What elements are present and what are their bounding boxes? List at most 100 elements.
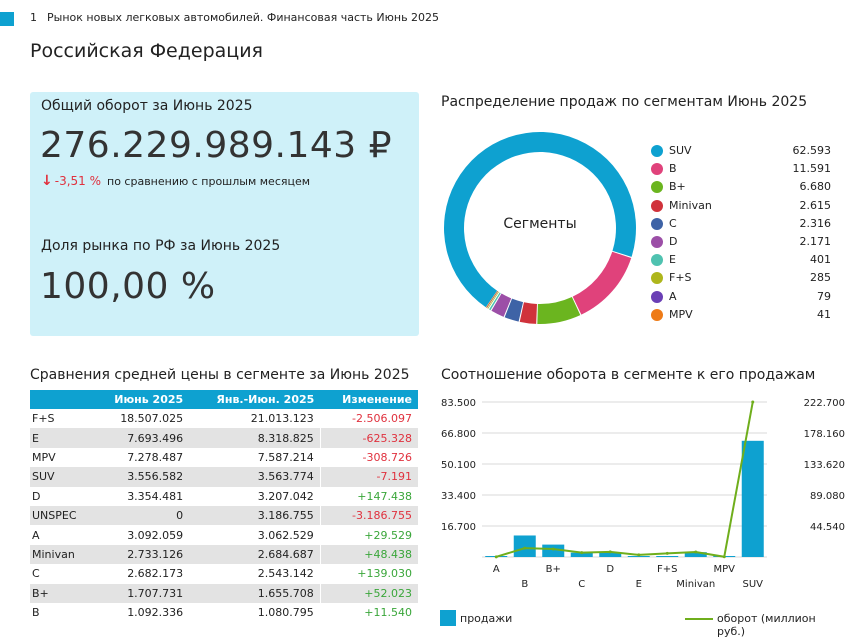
- table-row: Minivan 2.733.126 2.684.687 +48.438: [30, 544, 418, 565]
- line-point-a[interactable]: [494, 555, 498, 559]
- value-cell: 8.318.825: [189, 428, 321, 448]
- donut-center-label: Сегменты: [503, 216, 577, 232]
- table-row: F+S 18.507.025 21.013.123 -2.506.097: [30, 409, 418, 429]
- legend-item-a[interactable]: A 79: [651, 288, 831, 306]
- legend-item-d[interactable]: D 2.171: [651, 233, 831, 251]
- line-point-c[interactable]: [580, 551, 584, 555]
- donut-slice-b-plus[interactable]: [537, 296, 581, 324]
- value-cell: 1.655.708: [189, 583, 321, 603]
- y-right-tick: 44.540: [810, 522, 845, 533]
- turnover-label: Общий оборот за Июнь 2025: [41, 98, 253, 114]
- line-point-e[interactable]: [637, 553, 641, 557]
- legend-item-mpv[interactable]: MPV 41: [651, 306, 831, 324]
- value-cell: +52.023: [319, 583, 418, 603]
- tab-number[interactable]: 1: [30, 11, 37, 24]
- value-cell: -2.506.097: [319, 409, 418, 429]
- y-left-tick: 66.800: [441, 429, 476, 440]
- x-tick-label: Minivan: [676, 579, 715, 590]
- legend-label: E: [669, 253, 676, 267]
- legend-dot: [651, 235, 663, 248]
- value-cell: 7.587.214: [257, 450, 314, 464]
- combo-chart[interactable]: 16.700 33.400 50.100 66.800 83.500 44.540 89.0…: [440, 390, 850, 640]
- legend-bar-swatch: [440, 610, 456, 626]
- value-cell: 1.080.795: [257, 606, 314, 620]
- legend-item-b-plus[interactable]: B+ 6.680: [651, 178, 831, 196]
- legend-label: D: [669, 234, 678, 248]
- line-point-f-pluss[interactable]: [665, 551, 669, 555]
- donut-chart[interactable]: Сегменты: [440, 128, 640, 328]
- page-title: Российская Федерация: [30, 40, 263, 62]
- combo-svg[interactable]: 16.700 33.400 50.100 66.800 83.500 44.540 89.0…: [440, 390, 850, 610]
- segment-cell: C: [32, 567, 40, 581]
- value-cell: 7.693.496: [92, 428, 190, 448]
- table-row: SUV 3.556.582 3.563.774 -7.191: [30, 467, 418, 487]
- line-point-d[interactable]: [608, 550, 612, 554]
- legend-label: B+: [669, 180, 686, 194]
- legend-value: 2.316: [799, 216, 832, 230]
- x-tick-label: F+S: [657, 564, 677, 575]
- combo-legend: продажи оборот (миллион руб.): [440, 610, 840, 638]
- value-cell: 3.207.042: [257, 489, 314, 503]
- table-header-cell[interactable]: Янв.-Июн. 2025: [189, 390, 321, 409]
- bar-suv[interactable]: [741, 440, 764, 557]
- value-cell: 1.707.731: [92, 583, 190, 603]
- legend-value: 285: [810, 271, 831, 285]
- legend-item-f-pluss[interactable]: F+S 285: [651, 269, 831, 287]
- turnover-change: ↓ -3,51 % по сравнению с прошлым месяцем: [41, 173, 310, 189]
- legend-dot: [651, 308, 663, 321]
- line-point-minivan[interactable]: [694, 550, 698, 554]
- share-value: 100,00 %: [40, 266, 216, 307]
- line-point-b-plus[interactable]: [551, 547, 555, 551]
- y-left-tick: 16.700: [441, 522, 476, 533]
- segment-cell: B: [32, 606, 40, 620]
- y-right-tick: 133.620: [804, 460, 845, 471]
- legend-label: MPV: [669, 307, 693, 321]
- legend-item-e[interactable]: E 401: [651, 251, 831, 269]
- table-header-cell[interactable]: [30, 390, 93, 409]
- combo-title: Соотношение оборота в сегменте к его про…: [441, 367, 816, 383]
- segment-cell: F+S: [32, 412, 55, 426]
- y-right-tick: 222.700: [804, 398, 845, 409]
- value-cell: 2.684.687: [189, 544, 321, 565]
- line-point-b[interactable]: [523, 546, 527, 550]
- legend-line-swatch: [685, 618, 713, 620]
- y-left-tick: 33.400: [441, 491, 476, 502]
- y-right-tick: 89.080: [810, 491, 845, 502]
- legend-item-minivan[interactable]: Minivan 2.615: [651, 197, 831, 215]
- turnover-line[interactable]: [495, 401, 754, 558]
- value-cell: 2.682.173: [127, 567, 184, 581]
- segment-cell: B+: [30, 583, 93, 603]
- value-cell: 18.507.025: [120, 412, 184, 426]
- legend-item-b[interactable]: B 11.591: [651, 160, 831, 178]
- value-cell: 2.543.142: [257, 567, 314, 581]
- tab-title[interactable]: Рынок новых легковых автомобилей. Финанс…: [47, 11, 439, 24]
- value-cell: 3.556.582: [92, 467, 190, 487]
- value-cell: 2.733.126: [92, 544, 190, 565]
- line-point-mpv[interactable]: [722, 555, 726, 559]
- bar-f-pluss[interactable]: [656, 556, 679, 557]
- change-description: по сравнению с прошлым месяцем: [107, 175, 311, 188]
- donut-legend: SUV 62.593 B 11.591 B+ 6.680 Minivan 2.615 C 2.31…: [651, 142, 831, 324]
- legend-item-c[interactable]: C 2.316: [651, 215, 831, 233]
- bar-b[interactable]: [513, 535, 536, 557]
- value-cell: 21.013.123: [250, 412, 314, 426]
- donut-slice-b[interactable]: [572, 251, 632, 315]
- table-header-cell[interactable]: Июнь 2025: [92, 390, 190, 409]
- value-cell: +11.540: [319, 602, 418, 623]
- legend-line-label[interactable]: оборот (миллион руб.): [717, 612, 840, 638]
- x-tick-label: B: [521, 579, 528, 590]
- value-cell: 1.092.336: [127, 606, 184, 620]
- value-cell: 3.062.529: [257, 528, 314, 542]
- tab-marker: [0, 12, 14, 26]
- donut-title: Распределение продаж по сегментам Июнь 2…: [441, 94, 808, 110]
- x-tick-label: E: [636, 579, 642, 590]
- donut-slice-minivan[interactable]: [519, 302, 537, 324]
- table-header-cell[interactable]: Изменение: [320, 390, 418, 409]
- legend-bar-label[interactable]: продажи: [460, 612, 512, 625]
- value-cell: 7.278.487: [127, 450, 184, 464]
- legend-dot: [651, 254, 663, 267]
- value-cell: 3.354.481: [127, 489, 184, 503]
- line-point-suv[interactable]: [751, 400, 755, 404]
- legend-item-suv[interactable]: SUV 62.593: [651, 142, 831, 160]
- legend-value: 2.171: [799, 234, 832, 248]
